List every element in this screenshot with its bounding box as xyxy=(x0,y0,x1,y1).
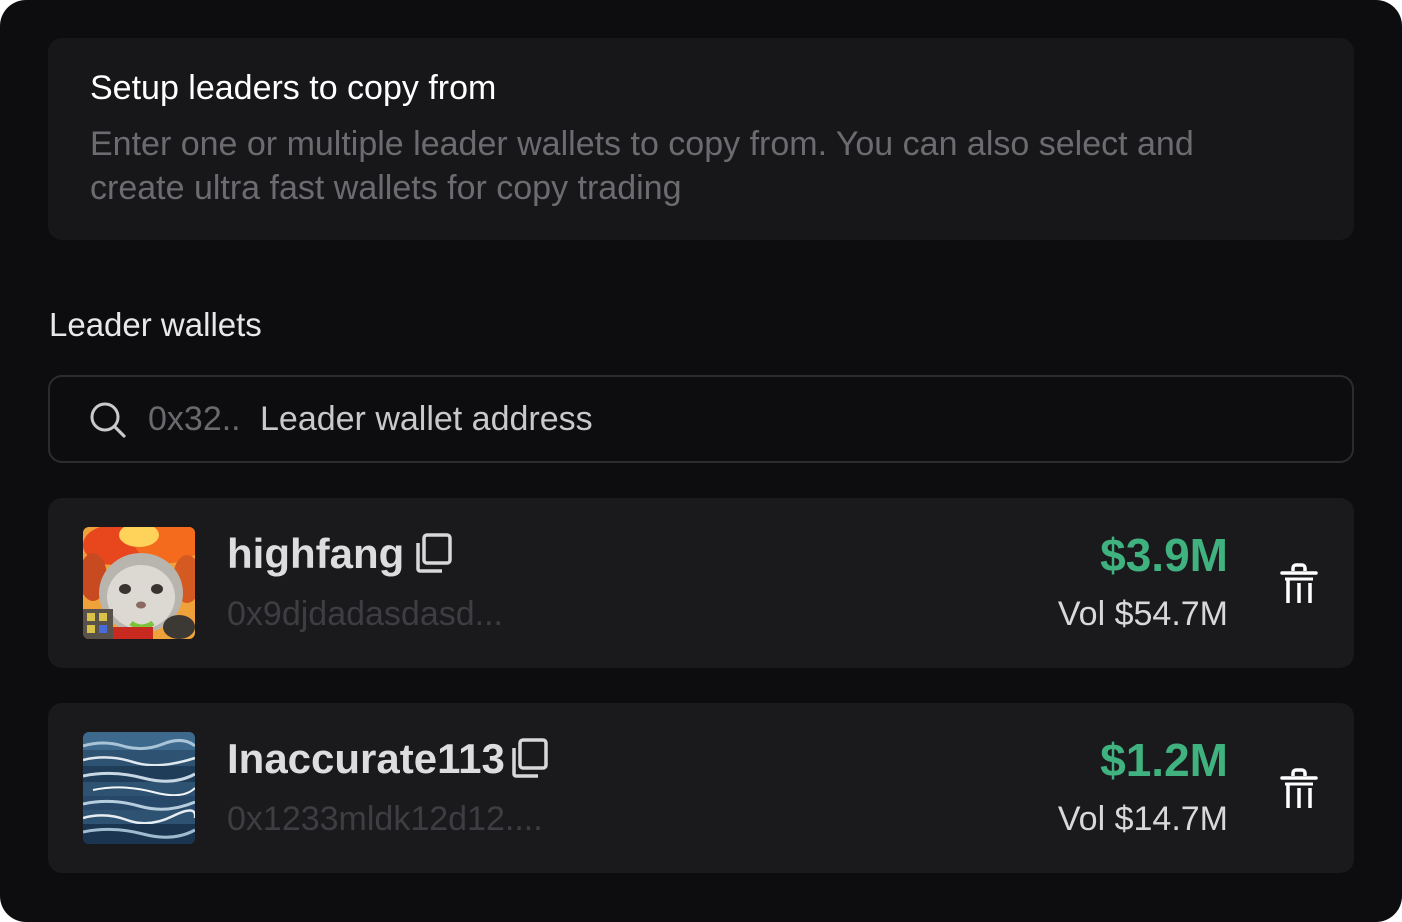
leader-name: Inaccurate113 xyxy=(227,735,505,782)
search-placeholder: Leader wallet address xyxy=(260,400,593,438)
leader-address: 0x9djdadasdasd... xyxy=(227,595,503,633)
trash-icon[interactable] xyxy=(1280,767,1318,811)
leader-volume: Vol $14.7M xyxy=(1057,800,1228,838)
search-prefix: 0x32.. xyxy=(148,400,241,438)
intro-title: Setup leaders to copy from xyxy=(90,69,497,107)
search-icon xyxy=(90,402,126,438)
leader-value: $3.9M xyxy=(1100,529,1228,581)
ocean-waves-avatar xyxy=(83,732,195,844)
copy-trading-panel: Setup leaders to copy from Enter one or … xyxy=(0,0,1402,922)
leader-name: highfang xyxy=(227,530,405,577)
leader-wallet-search-input[interactable]: 0x32.. Leader wallet address xyxy=(48,375,1354,463)
copy-icon[interactable] xyxy=(414,532,454,574)
leader-card: highfang 0x9djdadasdasd... $3.9M Vol $54… xyxy=(48,498,1354,668)
intro-description-line-1: Enter one or multiple leader wallets to … xyxy=(90,125,1194,163)
cat-on-fire-avatar xyxy=(83,527,195,639)
leader-volume: Vol $54.7M xyxy=(1057,595,1228,633)
leader-value: $1.2M xyxy=(1100,734,1228,786)
trash-icon[interactable] xyxy=(1280,562,1318,606)
copy-icon[interactable] xyxy=(510,737,550,779)
leader-card: Inaccurate113 0x1233mldk12d12.... $1.2M … xyxy=(48,703,1354,873)
intro-description-line-2: create ultra fast wallets for copy tradi… xyxy=(90,169,682,207)
leader-wallets-heading: Leader wallets xyxy=(49,306,262,343)
intro-card: Setup leaders to copy from Enter one or … xyxy=(48,38,1354,240)
intro-description: Enter one or multiple leader wallets to … xyxy=(90,122,1312,210)
leader-address: 0x1233mldk12d12.... xyxy=(227,800,543,838)
